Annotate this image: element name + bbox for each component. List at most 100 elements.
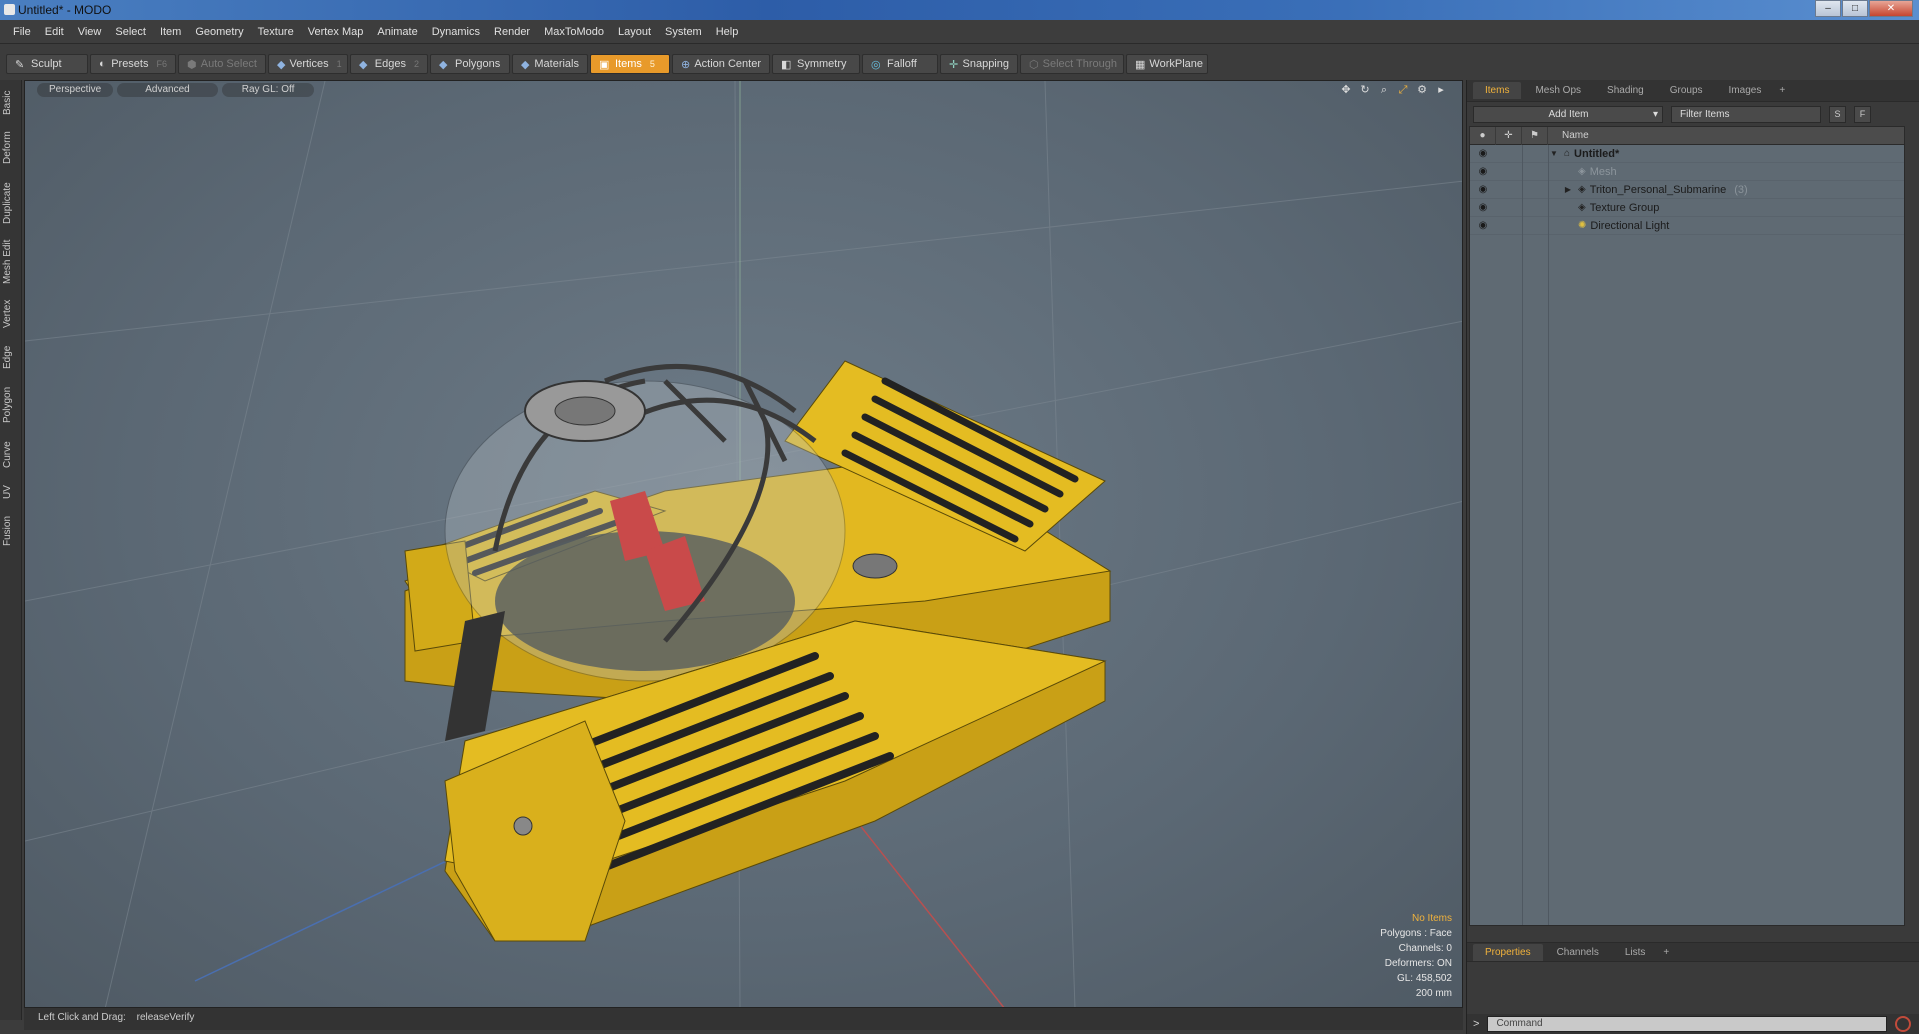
- tab-edge[interactable]: Edge: [2, 340, 20, 374]
- auto-select-button[interactable]: ⬢ Auto Select: [178, 54, 266, 74]
- tab-duplicate[interactable]: Duplicate: [2, 176, 20, 230]
- tab-items[interactable]: Items: [1473, 82, 1522, 99]
- tab-properties[interactable]: Properties: [1473, 943, 1543, 961]
- menu-file[interactable]: File: [6, 26, 38, 38]
- tree-row-submarine[interactable]: ◉ ▶ ◈ Triton_Personal_Submarine (3): [1470, 181, 1904, 199]
- tab-curve[interactable]: Curve: [2, 436, 20, 474]
- tab-uv[interactable]: UV: [2, 480, 20, 504]
- eye-icon[interactable]: ◉: [1470, 220, 1496, 231]
- polygons-button[interactable]: ◆ Polygons: [430, 54, 510, 74]
- add-item-dropdown[interactable]: Add Item ▾: [1473, 105, 1663, 123]
- eye-icon[interactable]: ◉: [1470, 184, 1496, 195]
- eye-icon[interactable]: ◉: [1470, 202, 1496, 213]
- eye-icon[interactable]: ◉: [1470, 148, 1496, 159]
- items-toolbar: Add Item ▾ Filter Items S F: [1467, 102, 1919, 126]
- expand-arrow-icon[interactable]: ▼: [1548, 149, 1560, 158]
- lock-column-icon[interactable]: ✛: [1496, 126, 1522, 145]
- viewport-nav-icons: ✥ ↻ ⌕ ⤢ ⚙ ▸: [1339, 84, 1448, 97]
- tab-mesh-edit[interactable]: Mesh Edit: [2, 236, 20, 288]
- raygl-dropdown[interactable]: Ray GL: Off: [221, 83, 315, 97]
- view-mode-dropdown[interactable]: Perspective: [37, 83, 114, 97]
- menu-edit[interactable]: Edit: [38, 26, 71, 38]
- symmetry-icon: ◧: [781, 59, 792, 71]
- maximize-view-icon[interactable]: ⤢: [1396, 84, 1410, 97]
- menu-render[interactable]: Render: [487, 26, 537, 38]
- vertices-icon: ◆: [277, 59, 286, 71]
- maximize-button[interactable]: □: [1842, 0, 1868, 17]
- tab-groups[interactable]: Groups: [1658, 82, 1715, 99]
- menu-geometry[interactable]: Geometry: [188, 26, 250, 38]
- tree-row-directional-light[interactable]: ◉ ✺ Directional Light: [1470, 217, 1904, 235]
- 3d-viewport[interactable]: Perspective Advanced Ray GL: Off ✥ ↻ ⌕ ⤢…: [24, 80, 1463, 1008]
- add-tab-icon[interactable]: +: [1775, 82, 1789, 99]
- render-column-icon[interactable]: ⚑: [1522, 126, 1548, 145]
- name-column-header[interactable]: Name: [1548, 130, 1589, 141]
- menu-layout[interactable]: Layout: [611, 26, 658, 38]
- rotate-view-icon[interactable]: ↻: [1358, 84, 1372, 97]
- eye-icon[interactable]: ◉: [1470, 166, 1496, 177]
- menu-select[interactable]: Select: [108, 26, 153, 38]
- tree-row-texture-group[interactable]: ◉ ◈ Texture Group: [1470, 199, 1904, 217]
- tool-tabs: Basic Deform Duplicate Mesh Edit Vertex …: [0, 80, 22, 1020]
- menu-help[interactable]: Help: [709, 26, 746, 38]
- presets-button[interactable]: ◐ Presets F6: [90, 54, 176, 74]
- move-view-icon[interactable]: ✥: [1339, 84, 1353, 97]
- tab-mesh-ops[interactable]: Mesh Ops: [1523, 82, 1593, 99]
- tab-images[interactable]: Images: [1717, 82, 1774, 99]
- tab-polygon[interactable]: Polygon: [2, 380, 20, 430]
- scale-info: 200 mm: [1415, 988, 1452, 999]
- tab-channels[interactable]: Channels: [1545, 944, 1611, 961]
- visibility-column-icon[interactable]: ●: [1470, 126, 1496, 145]
- snapping-icon: ✛: [949, 59, 959, 71]
- workplane-button[interactable]: ▦ WorkPlane: [1126, 54, 1208, 74]
- shading-dropdown[interactable]: Advanced: [117, 83, 218, 97]
- workplane-icon: ▦: [1135, 59, 1146, 71]
- tab-fusion[interactable]: Fusion: [2, 510, 20, 552]
- menu-vertex-map[interactable]: Vertex Map: [301, 26, 371, 38]
- falloff-icon: ◎: [871, 59, 881, 71]
- edges-button[interactable]: ◆ Edges 2: [350, 54, 428, 74]
- menu-system[interactable]: System: [658, 26, 709, 38]
- play-arrow-icon[interactable]: ▸: [1434, 84, 1448, 97]
- command-input[interactable]: Command: [1487, 1016, 1888, 1032]
- scene-icon: ⌂: [1564, 148, 1571, 159]
- select-through-button[interactable]: ⬡ Select Through: [1020, 54, 1124, 74]
- falloff-button[interactable]: ◎ Falloff: [862, 54, 938, 74]
- app-icon: [4, 4, 15, 15]
- sculpt-button[interactable]: ✎ Sculpt: [6, 54, 88, 74]
- tab-vertex[interactable]: Vertex: [2, 294, 20, 334]
- menu-texture[interactable]: Texture: [251, 26, 301, 38]
- add-tab-icon[interactable]: +: [1659, 944, 1673, 961]
- menu-dynamics[interactable]: Dynamics: [425, 26, 487, 38]
- close-button[interactable]: ✕: [1869, 0, 1913, 17]
- tab-basic[interactable]: Basic: [2, 86, 20, 120]
- minimize-button[interactable]: –: [1815, 0, 1841, 17]
- materials-button[interactable]: ◆ Materials: [512, 54, 588, 74]
- expand-arrow-icon[interactable]: ▶: [1562, 185, 1574, 194]
- menu-maxtomodo[interactable]: MaxToModo: [537, 26, 611, 38]
- action-center-button[interactable]: ⊕ Action Center: [672, 54, 770, 74]
- tree-row-mesh[interactable]: ◉ ◈ Mesh: [1470, 163, 1904, 181]
- filter-items-input[interactable]: Filter Items: [1671, 105, 1821, 123]
- s-button[interactable]: S: [1829, 105, 1846, 123]
- stop-icon[interactable]: [1895, 1016, 1912, 1032]
- snapping-button[interactable]: ✛ Snapping: [940, 54, 1018, 74]
- menu-bar: File Edit View Select Item Geometry Text…: [0, 20, 1919, 44]
- tree-row-scene[interactable]: ◉ ▼ ⌂ Untitled*: [1470, 145, 1904, 163]
- zoom-view-icon[interactable]: ⌕: [1377, 84, 1391, 97]
- tab-shading[interactable]: Shading: [1595, 82, 1656, 99]
- main-toolbar: ✎ Sculpt ◐ Presets F6 ⬢ Auto Select ◆ Vertice…: [0, 52, 1919, 76]
- tab-deform[interactable]: Deform: [2, 126, 20, 170]
- gear-icon[interactable]: ⚙: [1415, 84, 1429, 97]
- f-button[interactable]: F: [1854, 105, 1871, 123]
- tree-header: ● ✛ ⚑ Name: [1470, 126, 1904, 145]
- symmetry-button[interactable]: ◧ Symmetry: [772, 54, 860, 74]
- status-value: releaseVerify: [136, 1012, 195, 1023]
- menu-view[interactable]: View: [71, 26, 109, 38]
- item-tree: ● ✛ ⚑ Name ◉ ▼ ⌂ Untitled* ◉ ◈ Mesh ◉ ▶ ◈ Tri…: [1469, 126, 1905, 926]
- tab-lists[interactable]: Lists: [1613, 944, 1658, 961]
- vertices-button[interactable]: ◆ Vertices 1: [268, 54, 348, 74]
- menu-item[interactable]: Item: [153, 26, 188, 38]
- items-button[interactable]: ▣ Items 5: [590, 54, 670, 74]
- menu-animate[interactable]: Animate: [370, 26, 424, 38]
